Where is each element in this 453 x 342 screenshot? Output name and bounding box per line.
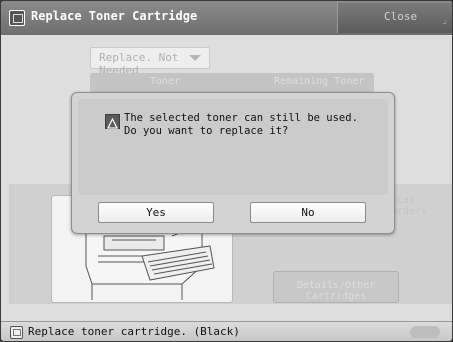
toner-table-header: Toner Remaining Toner: [90, 73, 374, 92]
details-button[interactable]: Details/Other Cartridges: [273, 271, 399, 303]
replace-status-dropdown[interactable]: Replace. Not Needed: [90, 47, 210, 77]
column-header-remaining: Remaining Toner: [274, 76, 365, 87]
replace-confirm-dialog: The selected toner can still be used. Do…: [71, 92, 395, 234]
replace-toner-icon: [9, 10, 25, 26]
status-icon: [10, 326, 23, 339]
screen: Replace Toner Cartridge Close ⌟ Replace.…: [1, 1, 452, 341]
details-label: Details/Other Cartridges: [296, 280, 376, 302]
status-bar: Replace toner cartridge. (Black): [1, 321, 452, 341]
dialog-message-line1: The selected toner can still be used.: [124, 112, 358, 124]
yes-button[interactable]: Yes: [98, 202, 214, 223]
dialog-message-line2: Do you want to replace it?: [124, 125, 289, 137]
window-title: Replace Toner Cartridge: [31, 9, 198, 23]
close-label: Close: [384, 10, 418, 23]
dialog-message-area: The selected toner can still be used. Do…: [78, 99, 388, 195]
yes-label: Yes: [146, 206, 166, 219]
title-bar: Replace Toner Cartridge Close ⌟: [1, 1, 452, 35]
no-button[interactable]: No: [250, 202, 366, 223]
status-message: Replace toner cartridge. (Black): [28, 325, 240, 338]
status-pill-button[interactable]: [410, 326, 440, 338]
corner-mark-icon: ⌟: [442, 15, 447, 26]
no-label: No: [301, 206, 315, 219]
column-header-toner: Toner: [150, 76, 181, 87]
side-text: ical orders: [391, 195, 428, 217]
warning-icon: [105, 114, 120, 129]
chevron-down-icon: [189, 55, 201, 61]
close-button[interactable]: Close ⌟: [337, 3, 452, 33]
